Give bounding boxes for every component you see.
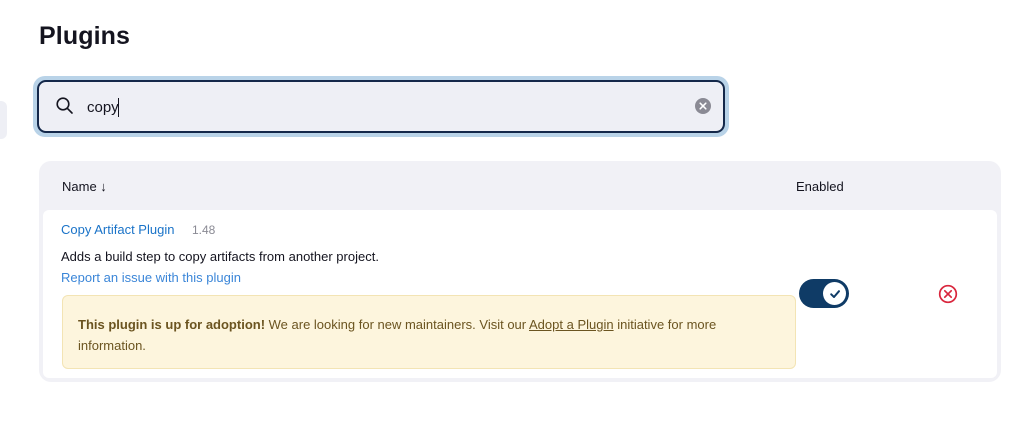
text-caret: [118, 98, 119, 117]
plugin-name-link[interactable]: Copy Artifact Plugin: [61, 222, 174, 237]
plugin-description: Adds a build step to copy artifacts from…: [61, 249, 379, 264]
report-issue-link[interactable]: Report an issue with this plugin: [61, 270, 241, 285]
column-header-enabled[interactable]: Enabled: [796, 179, 844, 194]
page-title: Plugins: [39, 22, 130, 50]
uninstall-close-circle-icon[interactable]: [938, 284, 958, 304]
table-header: Name ↓ Enabled: [43, 161, 997, 210]
adopt-a-plugin-link[interactable]: Adopt a Plugin: [529, 317, 614, 332]
search-input[interactable]: [87, 92, 667, 122]
adoption-notice-text: We are looking for new maintainers. Visi…: [265, 317, 530, 332]
side-panel-tab[interactable]: [0, 101, 7, 139]
toggle-knob: [823, 282, 846, 305]
column-header-name[interactable]: Name ↓: [62, 179, 107, 194]
search-icon: [56, 97, 73, 114]
adoption-notice-bold: This plugin is up for adoption!: [78, 317, 266, 332]
check-icon: [829, 289, 840, 298]
plugin-version: 1.48: [192, 223, 216, 237]
table-row: Copy Artifact Plugin 1.48 Adds a build s…: [43, 210, 997, 378]
adoption-notice: This plugin is up for adoption! We are l…: [62, 295, 796, 369]
plugins-table: Name ↓ Enabled Copy Artifact Plugin 1.48…: [39, 161, 1001, 382]
plugins-page: Plugins Name ↓ Enabled Copy Artifact Plu…: [0, 0, 1033, 431]
clear-icon[interactable]: [695, 98, 711, 114]
search-focus-ring: [33, 76, 729, 137]
search-box[interactable]: [37, 80, 725, 133]
enabled-toggle[interactable]: [799, 279, 849, 308]
